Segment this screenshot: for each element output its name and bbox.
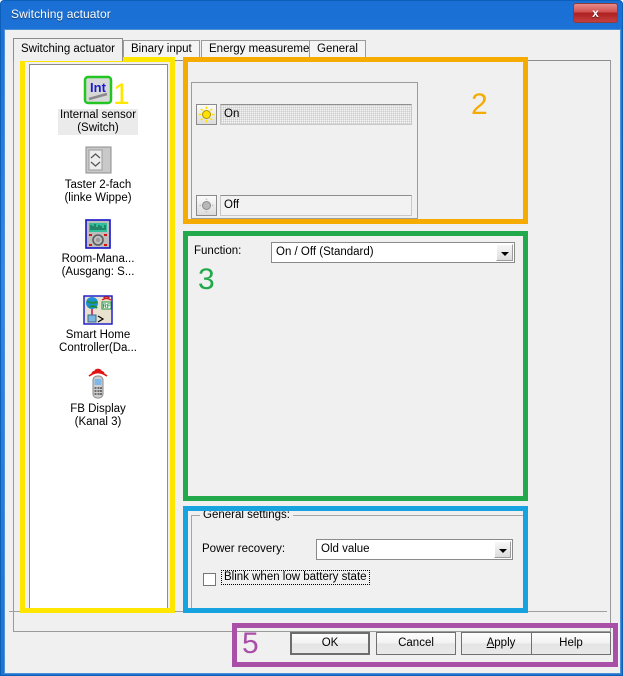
dialog-window: Switching actuator x Switching actuator … bbox=[0, 0, 623, 676]
remote-control-icon bbox=[88, 368, 108, 399]
ok-button[interactable]: OK bbox=[290, 632, 370, 655]
state-row-off[interactable]: Off bbox=[196, 195, 412, 216]
state-row-on[interactable]: On bbox=[196, 104, 412, 125]
general-settings-title: General settings: bbox=[200, 509, 293, 521]
tab-binary-input[interactable]: Binary input bbox=[123, 40, 200, 60]
list-item-internal-sensor[interactable]: Int Internal sensor (Switch) bbox=[34, 73, 162, 136]
function-combobox[interactable]: On / Off (Standard) bbox=[271, 242, 515, 263]
footer-divider bbox=[9, 611, 607, 612]
title-bar: Switching actuator x bbox=[1, 1, 623, 29]
window-title: Switching actuator bbox=[11, 7, 111, 21]
rocker-switch-icon bbox=[85, 146, 112, 174]
chevron-down-icon[interactable] bbox=[496, 244, 513, 261]
smart-home-controller-icon: RF bbox=[83, 295, 113, 325]
svg-text:Int: Int bbox=[90, 80, 107, 95]
tab-strip: Switching actuator Binary input Energy m… bbox=[13, 38, 613, 61]
function-panel: Function: On / Off (Standard) bbox=[186, 234, 528, 500]
svg-text:RF: RF bbox=[103, 304, 111, 310]
lamp-off-icon[interactable] bbox=[196, 195, 217, 216]
lamp-on-icon[interactable] bbox=[196, 104, 217, 125]
list-item-label: FB Display (Kanal 3) bbox=[70, 403, 126, 428]
tab-switching-actuator[interactable]: Switching actuator bbox=[13, 38, 123, 61]
apply-button[interactable]: Apply bbox=[461, 632, 541, 655]
power-recovery-combobox[interactable]: Old value bbox=[316, 539, 513, 560]
list-item-label: Smart Home Controller(Da... bbox=[59, 329, 137, 354]
state-field-off[interactable]: Off bbox=[220, 195, 412, 216]
power-recovery-label: Power recovery: bbox=[202, 543, 286, 555]
room-manager-icon bbox=[85, 219, 111, 249]
function-label: Function: bbox=[194, 245, 242, 257]
state-list: On Off bbox=[191, 82, 418, 219]
function-combobox-value: On / Off (Standard) bbox=[276, 246, 374, 258]
blink-low-battery-label[interactable]: Blink when low battery state bbox=[221, 570, 370, 585]
device-list[interactable]: Int Internal sensor (Switch) Taster 2-fa… bbox=[29, 64, 168, 610]
tab-general[interactable]: General bbox=[309, 40, 366, 60]
list-item-smart-home-controller[interactable]: RF Smart Home Controller(Da... bbox=[34, 293, 162, 356]
screenshot-root: Switching actuator x Switching actuator … bbox=[0, 0, 623, 676]
power-recovery-value: Old value bbox=[321, 543, 370, 555]
general-settings-group: General settings: Power recovery: Old va… bbox=[191, 509, 525, 609]
apply-rest: pply bbox=[494, 637, 516, 649]
list-item-fb-display[interactable]: FB Display (Kanal 3) bbox=[34, 367, 162, 430]
state-field-on[interactable]: On bbox=[220, 104, 412, 125]
list-item-label: Taster 2-fach (linke Wippe) bbox=[64, 179, 132, 204]
help-button[interactable]: Help bbox=[531, 632, 611, 655]
list-item-taster-2fach[interactable]: Taster 2-fach (linke Wippe) bbox=[34, 143, 162, 206]
list-item-room-manager[interactable]: Room-Mana... (Ausgang: S... bbox=[34, 217, 162, 280]
chevron-down-icon[interactable] bbox=[494, 541, 511, 558]
close-icon[interactable]: x bbox=[573, 3, 618, 23]
internal-sensor-icon: Int bbox=[83, 75, 113, 105]
cancel-button[interactable]: Cancel bbox=[376, 632, 456, 655]
list-item-label: Internal sensor (Switch) bbox=[57, 109, 139, 135]
blink-low-battery-checkbox[interactable] bbox=[203, 573, 216, 586]
list-item-label: Room-Mana... (Ausgang: S... bbox=[61, 253, 135, 278]
